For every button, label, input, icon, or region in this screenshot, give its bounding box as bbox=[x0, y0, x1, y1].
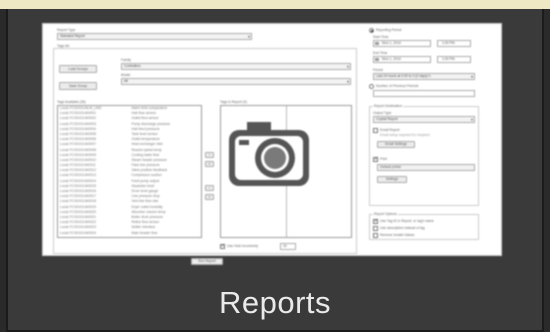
model-value: All bbox=[124, 79, 128, 83]
hold-value: 10 bbox=[283, 244, 287, 248]
chevron-down-icon: ▾ bbox=[346, 79, 349, 84]
tags-available-label: Tags Available (36) bbox=[57, 100, 86, 104]
hold-value-input[interactable]: 10 bbox=[280, 243, 296, 250]
chevron-down-icon: ▾ bbox=[346, 64, 349, 69]
calendar-icon bbox=[375, 58, 379, 61]
start-date-input[interactable]: Mon 1, 2014 bbox=[373, 40, 431, 47]
top-strip bbox=[0, 0, 550, 9]
end-date-input[interactable]: Mon 1, 2014 bbox=[373, 56, 431, 63]
camera-icon bbox=[229, 122, 309, 186]
use-hold-checkbox[interactable] bbox=[220, 243, 225, 249]
end-clock-input[interactable]: 1:00 PM bbox=[437, 56, 471, 63]
output-type-label: Output Type bbox=[373, 111, 392, 115]
chevron-down-icon: ▾ bbox=[470, 74, 473, 79]
family-select[interactable]: Controllers ▾ bbox=[121, 63, 351, 70]
option-3-checkbox[interactable] bbox=[373, 233, 378, 238]
option-3-label: Remove Invalid Values bbox=[380, 233, 415, 237]
start-date-value: Mon 1, 2014 bbox=[382, 41, 401, 45]
list-item[interactable]: Local::FCS0101/AI0024 Main header flow bbox=[58, 231, 201, 236]
save-group-button[interactable]: Save Group bbox=[59, 82, 97, 90]
remove-all-tags-button[interactable]: « bbox=[205, 194, 214, 200]
printer-input[interactable]: Default printer bbox=[377, 164, 475, 171]
start-clock-value: 1:00 PM bbox=[442, 41, 455, 45]
previous-periods-radio[interactable] bbox=[369, 84, 374, 89]
previous-periods-label: Number of Previous Periods bbox=[376, 84, 419, 88]
load-group-button[interactable]: Load Groups bbox=[59, 65, 97, 73]
start-time-label: Start Time bbox=[373, 35, 389, 39]
period-label: Period bbox=[373, 68, 383, 72]
previous-periods-input[interactable] bbox=[373, 90, 475, 97]
report-thumbnail-card[interactable]: Report Type Standard Report ▾ Tags list … bbox=[6, 9, 544, 332]
add-tag-button[interactable]: › bbox=[205, 152, 214, 158]
use-hold-label: Use Hold recursively bbox=[227, 244, 259, 248]
report-type-label: Report Type bbox=[57, 28, 76, 32]
thumbnail-caption: Reports bbox=[218, 285, 332, 320]
tag-description-cell: Main header flow bbox=[131, 230, 158, 235]
report-options-label: Report Options bbox=[373, 212, 398, 216]
tag-name-cell: Local::FCS0101/AI0024 bbox=[60, 230, 97, 235]
output-type-value: Crystal Report bbox=[376, 117, 398, 121]
report-configuration-dialog: Report Type Standard Report ▾ Tags list … bbox=[42, 23, 502, 265]
reporting-period-radio[interactable] bbox=[369, 28, 374, 33]
period-select[interactable]: Last 24 hours at 0:00 to 0 (0 days) h ▾ bbox=[373, 73, 475, 80]
tags-in-report-list[interactable] bbox=[220, 105, 352, 238]
report-type-select[interactable]: Standard Report ▾ bbox=[57, 33, 252, 40]
calendar-icon bbox=[375, 42, 379, 45]
print-settings-button[interactable]: Settings bbox=[377, 176, 407, 183]
option-2-checkbox[interactable] bbox=[373, 226, 378, 231]
chevron-down-icon: ▾ bbox=[470, 117, 473, 122]
tags-available-list[interactable]: Local::FCS0101/ALM_LIM1 Alarm limit compa… bbox=[57, 105, 202, 238]
remove-tag-button[interactable]: ‹ bbox=[205, 185, 214, 191]
printer-value: Default printer bbox=[380, 165, 402, 169]
end-date-value: Mon 1, 2014 bbox=[382, 57, 401, 61]
option-1-checkbox[interactable] bbox=[373, 218, 378, 224]
tags-in-report-label: Tags in Report (0) bbox=[220, 100, 247, 104]
option-1-label: Use Tag ID in Report, or tag's name bbox=[380, 219, 434, 223]
email-settings-button[interactable]: Email Settings bbox=[377, 141, 415, 148]
end-clock-value: 1:00 PM bbox=[442, 57, 455, 61]
email-hint-text: Email setup required for recipient bbox=[380, 133, 430, 137]
option-2-label: Use description instead of tag bbox=[380, 226, 425, 230]
report-destination-label: Report Destination bbox=[373, 104, 404, 108]
family-label: Family bbox=[121, 58, 131, 62]
start-clock-input[interactable]: 1:00 PM bbox=[437, 40, 471, 47]
model-label: Model bbox=[121, 73, 131, 77]
run-report-button[interactable]: Run Report bbox=[191, 258, 223, 265]
add-all-tags-button[interactable]: » bbox=[205, 161, 214, 167]
reporting-period-label: Reporting Period bbox=[376, 28, 402, 32]
model-select[interactable]: All ▾ bbox=[121, 78, 351, 85]
output-type-select[interactable]: Crystal Report ▾ bbox=[373, 116, 475, 123]
period-value: Last 24 hours at 0:00 to 0 (0 days) h bbox=[376, 74, 431, 78]
print-checkbox[interactable] bbox=[373, 156, 378, 162]
email-report-checkbox[interactable] bbox=[373, 128, 378, 133]
print-label: Print bbox=[380, 157, 387, 161]
family-value: Controllers bbox=[124, 64, 141, 68]
chevron-down-icon: ▾ bbox=[247, 34, 250, 39]
report-type-value: Standard Report bbox=[60, 34, 85, 38]
end-time-label: End Time bbox=[373, 51, 388, 55]
email-report-label: Email Report bbox=[380, 128, 400, 132]
